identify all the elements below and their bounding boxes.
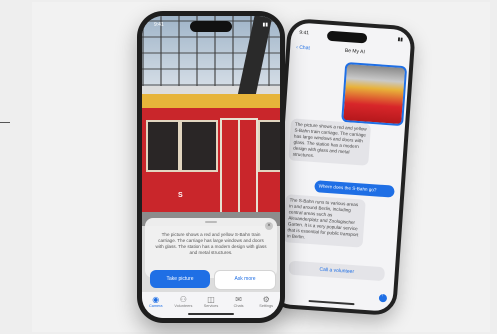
- ai-reply-bubble: The picture shows a red and yellow S-Bah…: [288, 118, 372, 166]
- front-phone: S 9:41 ▮▮ × The picture shows a red and …: [137, 11, 285, 323]
- left-edge-line: [0, 122, 10, 123]
- send-icon[interactable]: [378, 293, 388, 303]
- tab-settings[interactable]: ⚙ Settings: [255, 295, 277, 318]
- train-window: [146, 120, 180, 172]
- battery-icon: ▮▮: [397, 36, 404, 43]
- status-bar: 9:41 ▮▮: [154, 22, 268, 28]
- back-phone: 9:41 ▮▮ ‹ Chat Be My AI The picture show…: [268, 17, 416, 317]
- home-indicator: [188, 313, 234, 315]
- sbahn-logo: S: [178, 192, 183, 199]
- gear-icon: ⚙: [262, 295, 270, 304]
- ask-more-button[interactable]: Ask more: [214, 270, 276, 290]
- door-split: [238, 118, 240, 218]
- close-icon[interactable]: ×: [265, 222, 273, 230]
- chat-icon: ✉: [235, 295, 242, 304]
- sheet-handle[interactable]: [205, 221, 217, 223]
- train-window: [258, 120, 280, 172]
- ai-answer-bubble: The S-Bahn runs to various areas in and …: [282, 194, 366, 248]
- image-description: The picture shows a red and yellow S-Bah…: [155, 232, 267, 255]
- back-button[interactable]: ‹ Chat: [296, 45, 310, 52]
- user-question-bubble: Where does the S-Bahn go?: [314, 180, 395, 198]
- camera-icon: ◉: [152, 295, 160, 304]
- grid-icon: ◫: [207, 295, 215, 304]
- train-photo: S: [142, 16, 280, 226]
- tab-label: Volunteers: [174, 304, 193, 308]
- chat-nav-bar: ‹ Chat Be My AI: [296, 45, 404, 59]
- home-indicator: [308, 299, 355, 306]
- call-volunteer-button[interactable]: Call a volunteer: [288, 260, 386, 282]
- camera-screen: S 9:41 ▮▮ × The picture shows a red and …: [142, 16, 280, 318]
- train-window: [180, 120, 218, 172]
- chat-screen: 9:41 ▮▮ ‹ Chat Be My AI The picture show…: [272, 22, 412, 312]
- take-picture-button[interactable]: Take picture: [150, 270, 210, 288]
- description-card: × The picture shows a red and yellow S-B…: [145, 218, 277, 278]
- tab-label: Services: [203, 304, 219, 308]
- tab-label: Camera: [149, 304, 163, 308]
- tab-label: Settings: [259, 304, 274, 308]
- status-time: 9:41: [154, 22, 164, 28]
- tab-label: Chats: [233, 304, 244, 308]
- sent-photo[interactable]: [341, 61, 408, 127]
- battery-icon: ▮▮: [262, 22, 268, 28]
- status-time: 9:41: [299, 29, 310, 37]
- people-icon: ⚇: [179, 295, 187, 304]
- chat-title: Be My AI: [344, 47, 365, 56]
- tab-camera[interactable]: ◉ Camera: [145, 295, 167, 318]
- train-yellow-band: [142, 94, 280, 108]
